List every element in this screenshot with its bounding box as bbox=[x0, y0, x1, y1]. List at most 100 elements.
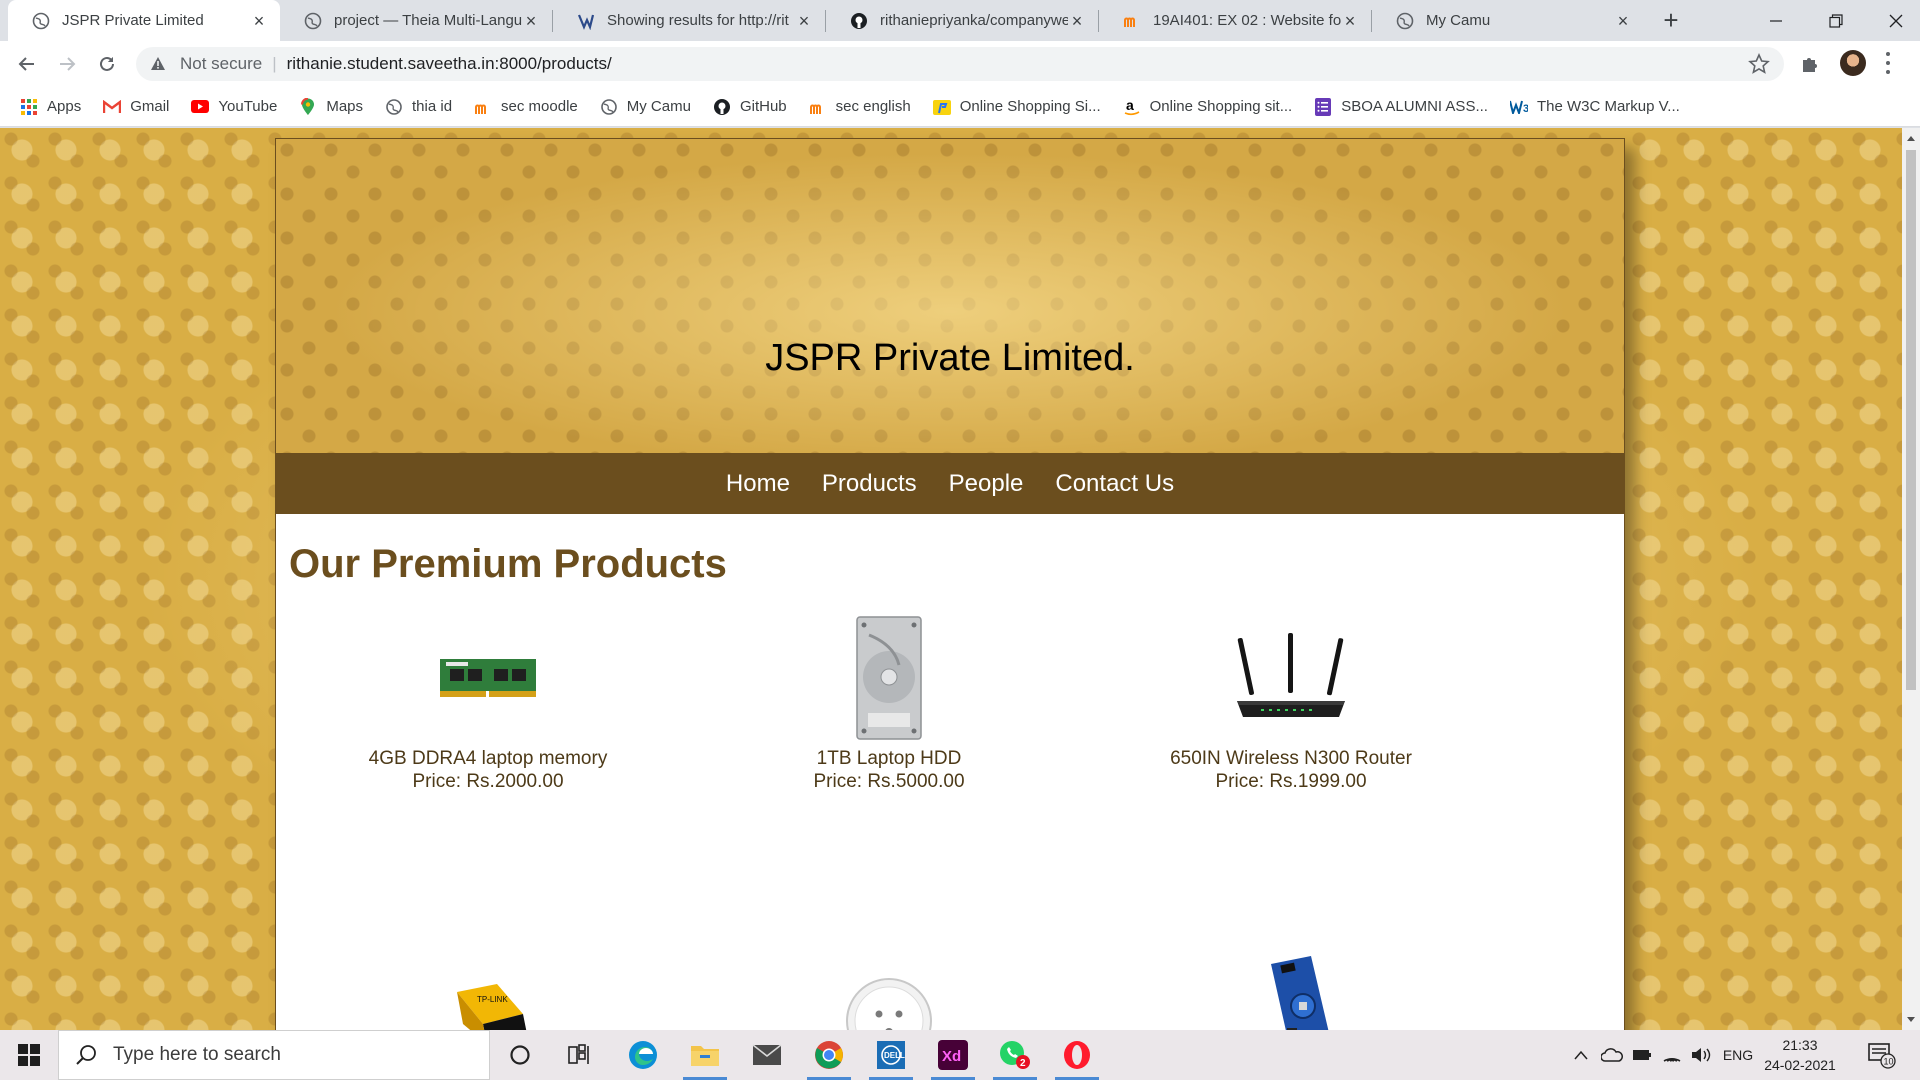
bookmark-flipkart[interactable]: Online Shopping Si... bbox=[932, 98, 1101, 116]
close-tab-icon[interactable]: × bbox=[250, 12, 268, 30]
bookmark-sboa[interactable]: SBOA ALUMNI ASS... bbox=[1314, 97, 1488, 116]
smart-plug-icon[interactable] bbox=[689, 954, 1089, 1030]
site-banner: JSPR Private Limited. bbox=[276, 139, 1624, 453]
site-title: JSPR Private Limited. bbox=[765, 337, 1135, 379]
profile-avatar[interactable] bbox=[1840, 50, 1866, 76]
globe-icon bbox=[32, 12, 50, 30]
bookmark-amazon[interactable]: a Online Shopping sit... bbox=[1123, 98, 1292, 116]
product-card[interactable]: 4GB DDRA4 laptop memory Price: Rs.2000.0… bbox=[288, 614, 688, 793]
usb-wifi-adapter-icon[interactable]: TP-LINK bbox=[288, 954, 688, 1030]
windows-start-button[interactable] bbox=[0, 1030, 58, 1080]
scroll-down-arrow-icon[interactable] bbox=[1907, 1017, 1915, 1022]
bookmark-w3c[interactable]: 3 The W3C Markup V... bbox=[1509, 98, 1680, 116]
tab-mycamu[interactable]: My Camu × bbox=[1372, 0, 1644, 41]
site-container: JSPR Private Limited. Home Products Peop… bbox=[275, 138, 1625, 1030]
security-label[interactable]: Not secure bbox=[180, 54, 262, 74]
tab-github[interactable]: rithaniepriyanka/companywe × bbox=[826, 0, 1098, 41]
dell-icon[interactable]: DELL bbox=[863, 1030, 919, 1080]
bookmark-youtube[interactable]: YouTube bbox=[191, 98, 277, 116]
reload-button[interactable] bbox=[92, 49, 122, 79]
validator-icon bbox=[577, 12, 595, 30]
tab-title: 19AI401: EX 02 : Website for bbox=[1153, 12, 1341, 29]
w3c-icon: 3 bbox=[1509, 98, 1528, 116]
battery-icon[interactable] bbox=[1628, 1030, 1656, 1080]
ram-stick-icon[interactable] bbox=[288, 614, 688, 742]
product-name[interactable]: 4GB DDRA4 laptop memory bbox=[288, 747, 688, 770]
product-card[interactable]: TP-LINK bbox=[288, 954, 688, 1030]
bookmark-maps[interactable]: Maps bbox=[299, 97, 364, 116]
bookmark-github[interactable]: GitHub bbox=[713, 98, 787, 116]
bookmark-star-icon[interactable] bbox=[1748, 53, 1770, 75]
url-text[interactable]: rithanie.student.saveetha.in:8000/produc… bbox=[287, 54, 612, 74]
scrollbar-thumb[interactable] bbox=[1906, 150, 1916, 690]
show-hidden-icons-chevron-icon[interactable] bbox=[1568, 1030, 1594, 1080]
file-explorer-icon[interactable] bbox=[677, 1030, 733, 1080]
back-button[interactable] bbox=[12, 49, 42, 79]
bookmark-gmail[interactable]: Gmail bbox=[103, 98, 169, 116]
warning-icon[interactable] bbox=[150, 55, 168, 73]
nav-link-products[interactable]: Products bbox=[822, 470, 917, 498]
nav-link-contact[interactable]: Contact Us bbox=[1055, 470, 1174, 498]
whatsapp-icon[interactable]: 2 bbox=[987, 1030, 1043, 1080]
restore-button[interactable] bbox=[1806, 0, 1866, 41]
page-scrollbar[interactable] bbox=[1902, 128, 1920, 1030]
menu-kebab-icon[interactable] bbox=[1884, 52, 1892, 74]
volume-icon[interactable] bbox=[1688, 1030, 1716, 1080]
nav-link-home[interactable]: Home bbox=[726, 470, 790, 498]
close-tab-icon[interactable]: × bbox=[1341, 12, 1359, 30]
task-view-icon[interactable] bbox=[552, 1030, 608, 1080]
close-tab-icon[interactable]: × bbox=[795, 12, 813, 30]
bookmark-my-camu[interactable]: My Camu bbox=[600, 98, 691, 116]
product-card[interactable]: 650IN Wireless N300 Router Price: Rs.199… bbox=[1091, 614, 1491, 793]
nav-link-people[interactable]: People bbox=[949, 470, 1024, 498]
extensions-puzzle-icon[interactable] bbox=[1800, 52, 1822, 74]
product-name[interactable]: 650IN Wireless N300 Router bbox=[1091, 747, 1491, 770]
tab-title: rithaniepriyanka/companywe bbox=[880, 12, 1068, 29]
product-card[interactable] bbox=[1091, 954, 1491, 1030]
cortana-icon[interactable] bbox=[492, 1030, 548, 1080]
tab-moodle[interactable]: 19AI401: EX 02 : Website for × bbox=[1099, 0, 1371, 41]
product-name[interactable]: 1TB Laptop HDD bbox=[689, 747, 1089, 770]
wifi-icon[interactable] bbox=[1658, 1030, 1686, 1080]
language-indicator[interactable]: ENG bbox=[1718, 1030, 1758, 1080]
taskbar-clock[interactable]: 21:33 24-02-2021 bbox=[1760, 1035, 1840, 1075]
close-tab-icon[interactable]: × bbox=[522, 12, 540, 30]
mail-icon[interactable] bbox=[739, 1030, 795, 1080]
action-center-icon[interactable]: 10 bbox=[1866, 1040, 1896, 1070]
router-icon[interactable] bbox=[1091, 614, 1491, 742]
bookmark-label: Maps bbox=[326, 98, 364, 115]
scroll-up-arrow-icon[interactable] bbox=[1907, 136, 1915, 141]
tab-title: Showing results for http://rit bbox=[607, 12, 789, 29]
bookmark-sec-moodle[interactable]: sec moodle bbox=[474, 98, 578, 116]
minimize-button[interactable] bbox=[1746, 0, 1806, 41]
tab-title: JSPR Private Limited bbox=[62, 12, 204, 29]
product-card[interactable]: 1TB Laptop HDD Price: Rs.5000.00 bbox=[689, 614, 1089, 793]
products-section: Our Premium Products 4GB DDRA4 laptop me… bbox=[276, 514, 1624, 1030]
onedrive-cloud-icon[interactable] bbox=[1598, 1030, 1626, 1080]
new-tab-button[interactable]: + bbox=[1656, 6, 1686, 36]
forward-button[interactable] bbox=[52, 49, 82, 79]
tab-jspr[interactable]: JSPR Private Limited × bbox=[8, 0, 280, 41]
opera-icon[interactable] bbox=[1049, 1030, 1105, 1080]
tab-theia[interactable]: project — Theia Multi-Langu × bbox=[280, 0, 552, 41]
bookmark-label: sec english bbox=[835, 98, 911, 115]
tab-validator[interactable]: Showing results for http://rit × bbox=[553, 0, 825, 41]
forms-icon bbox=[1314, 97, 1332, 116]
address-bar[interactable]: Not secure | rithanie.student.saveetha.i… bbox=[136, 47, 1784, 81]
youtube-icon bbox=[191, 98, 210, 116]
product-card[interactable] bbox=[689, 954, 1089, 1030]
adobe-xd-icon[interactable]: Xd bbox=[925, 1030, 981, 1080]
bookmark-sec-english[interactable]: sec english bbox=[809, 98, 911, 116]
hard-drive-icon[interactable] bbox=[689, 614, 1089, 742]
moodle-icon bbox=[1123, 12, 1141, 30]
bookmark-thia-id[interactable]: thia id bbox=[385, 98, 452, 116]
close-tab-icon[interactable]: × bbox=[1614, 12, 1632, 30]
chrome-icon[interactable] bbox=[801, 1030, 857, 1080]
bookmark-apps[interactable]: Apps bbox=[20, 98, 81, 116]
taskbar-search-box[interactable]: Type here to search bbox=[58, 1030, 490, 1080]
close-tab-icon[interactable]: × bbox=[1068, 12, 1086, 30]
close-window-button[interactable] bbox=[1866, 0, 1920, 41]
edge-icon[interactable] bbox=[615, 1030, 671, 1080]
svg-text:Xd: Xd bbox=[942, 1048, 961, 1065]
sensor-module-icon[interactable] bbox=[1091, 954, 1491, 1030]
